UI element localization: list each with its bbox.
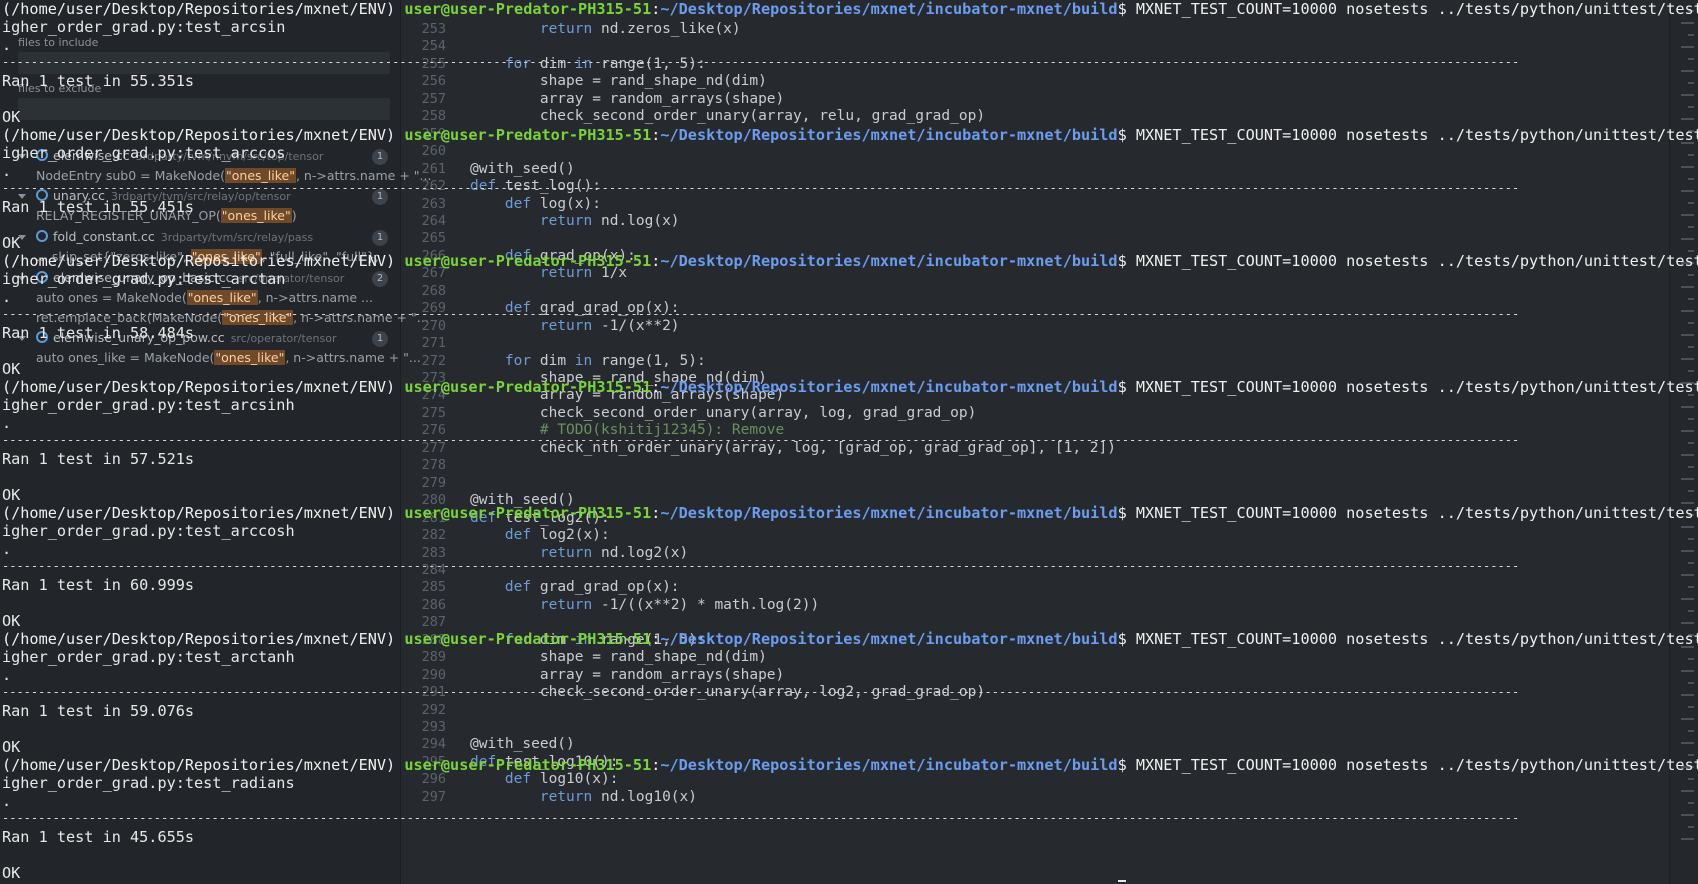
terminal-ok-status: OK: [2, 738, 21, 756]
terminal-test-result: Ran 1 test in 57.521s: [2, 450, 195, 468]
terminal-prompt-symbol: $: [1117, 504, 1136, 522]
terminal-prompt-symbol: $: [1117, 378, 1136, 396]
terminal-cwd: ~/Desktop/Repositories/mxnet/incubator-m…: [660, 252, 1118, 270]
terminal-env-prefix: (/home/user/Desktop/Repositories/mxnet/E…: [2, 756, 405, 774]
terminal-separator-line: ----------------------------------------…: [2, 811, 1520, 825]
terminal-progress-dot: .: [2, 288, 12, 306]
terminal-command-wrap: igher_order_grad.py:test_arccos: [2, 144, 286, 162]
terminal-user-host: user@user-Predator-PH315-51: [404, 630, 652, 648]
terminal-command: MXNET_TEST_COUNT=10000 nosetests ../test…: [1135, 630, 1698, 648]
terminal-user-host: user@user-Predator-PH315-51: [404, 126, 652, 144]
terminal-command: MXNET_TEST_COUNT=10000 nosetests ../test…: [1135, 756, 1698, 774]
terminal-ok-status: OK: [2, 234, 21, 252]
terminal-command-wrap: igher_order_grad.py:test_arctan: [2, 270, 286, 288]
terminal-cwd: ~/Desktop/Repositories/mxnet/incubator-m…: [660, 630, 1118, 648]
terminal-separator: :: [651, 252, 661, 270]
terminal-separator: :: [651, 504, 661, 522]
terminal-separator-line: ----------------------------------------…: [2, 685, 1520, 699]
terminal-prompt-line: (/home/user/Desktop/Repositories/mxnet/E…: [2, 252, 1698, 270]
terminal-ok-status: OK: [2, 108, 21, 126]
terminal-progress-dot: .: [2, 792, 12, 810]
terminal-prompt-symbol: $: [1117, 126, 1136, 144]
terminal-command: MXNET_TEST_COUNT=10000 nosetests ../test…: [1135, 504, 1698, 522]
terminal-separator: :: [651, 126, 661, 144]
terminal-separator: :: [651, 756, 661, 774]
terminal-cwd: ~/Desktop/Repositories/mxnet/incubator-m…: [660, 504, 1118, 522]
terminal-ok-status: OK: [2, 486, 21, 504]
terminal-cursor: [1118, 880, 1126, 882]
terminal-cwd: ~/Desktop/Repositories/mxnet/incubator-m…: [660, 378, 1118, 396]
terminal-ok-status: OK: [2, 360, 21, 378]
terminal-env-prefix: (/home/user/Desktop/Repositories/mxnet/E…: [2, 252, 405, 270]
terminal-prompt-symbol: $: [1117, 756, 1136, 774]
terminal-prompt-line: (/home/user/Desktop/Repositories/mxnet/E…: [2, 504, 1698, 522]
terminal-prompt-line: (/home/user/Desktop/Repositories/mxnet/E…: [2, 378, 1698, 396]
terminal-user-host: user@user-Predator-PH315-51: [404, 378, 652, 396]
terminal-separator-line: ----------------------------------------…: [2, 307, 1520, 321]
terminal-separator-line: ----------------------------------------…: [2, 181, 1520, 195]
terminal-command-wrap: igher_order_grad.py:test_radians: [2, 774, 295, 792]
terminal-user-host: user@user-Predator-PH315-51: [404, 252, 652, 270]
terminal-prompt-symbol: $: [1117, 252, 1136, 270]
terminal-test-result: Ran 1 test in 55.351s: [2, 72, 195, 90]
terminal-cwd: ~/Desktop/Repositories/mxnet/incubator-m…: [660, 756, 1118, 774]
terminal-test-result: Ran 1 test in 58.484s: [2, 324, 195, 342]
terminal-command: MXNET_TEST_COUNT=10000 nosetests ../test…: [1135, 0, 1698, 18]
terminal-separator-line: ----------------------------------------…: [2, 433, 1520, 447]
terminal-progress-dot: .: [2, 36, 12, 54]
terminal-env-prefix: (/home/user/Desktop/Repositories/mxnet/E…: [2, 630, 405, 648]
terminal-env-prefix: (/home/user/Desktop/Repositories/mxnet/E…: [2, 504, 405, 522]
terminal-progress-dot: .: [2, 540, 12, 558]
terminal-progress-dot: .: [2, 162, 12, 180]
terminal-user-host: user@user-Predator-PH315-51: [404, 0, 652, 18]
terminal-env-prefix: (/home/user/Desktop/Repositories/mxnet/E…: [2, 378, 405, 396]
terminal-user-host: user@user-Predator-PH315-51: [404, 756, 652, 774]
terminal-test-result: Ran 1 test in 59.076s: [2, 702, 195, 720]
terminal-separator: :: [651, 0, 661, 18]
terminal-progress-dot: .: [2, 666, 12, 684]
terminal-output[interactable]: (/home/user/Desktop/Repositories/mxnet/E…: [0, 0, 1698, 884]
terminal-test-result: Ran 1 test in 60.999s: [2, 576, 195, 594]
terminal-test-result: Ran 1 test in 45.655s: [2, 828, 195, 846]
terminal-progress-dot: .: [2, 414, 12, 432]
terminal-command-wrap: igher_order_grad.py:test_arcsinh: [2, 396, 295, 414]
terminal-prompt-line: (/home/user/Desktop/Repositories/mxnet/E…: [2, 0, 1698, 18]
terminal-cwd: ~/Desktop/Repositories/mxnet/incubator-m…: [660, 0, 1118, 18]
terminal-env-prefix: (/home/user/Desktop/Repositories/mxnet/E…: [2, 126, 405, 144]
terminal-prompt-line: (/home/user/Desktop/Repositories/mxnet/E…: [2, 756, 1698, 774]
terminal-command: MXNET_TEST_COUNT=10000 nosetests ../test…: [1135, 126, 1698, 144]
terminal-command: MXNET_TEST_COUNT=10000 nosetests ../test…: [1135, 252, 1698, 270]
terminal-separator-line: ----------------------------------------…: [2, 559, 1520, 573]
terminal-ok-status: OK: [2, 864, 21, 882]
terminal-cwd: ~/Desktop/Repositories/mxnet/incubator-m…: [660, 126, 1118, 144]
terminal-prompt-symbol: $: [1117, 630, 1136, 648]
terminal-command-wrap: igher_order_grad.py:test_arccosh: [2, 522, 295, 540]
terminal-separator: :: [651, 378, 661, 396]
terminal-env-prefix: (/home/user/Desktop/Repositories/mxnet/E…: [2, 0, 405, 18]
terminal-prompt-symbol: $: [1117, 0, 1136, 18]
terminal-test-result: Ran 1 test in 55.451s: [2, 198, 195, 216]
terminal-command-wrap: igher_order_grad.py:test_arcsin: [2, 18, 286, 36]
terminal-prompt-line: (/home/user/Desktop/Repositories/mxnet/E…: [2, 630, 1698, 648]
terminal-command-wrap: igher_order_grad.py:test_arctanh: [2, 648, 295, 666]
terminal-separator: :: [651, 630, 661, 648]
terminal-command: MXNET_TEST_COUNT=10000 nosetests ../test…: [1135, 378, 1698, 396]
terminal-separator-line: ----------------------------------------…: [2, 55, 1520, 69]
terminal-prompt-line: (/home/user/Desktop/Repositories/mxnet/E…: [2, 126, 1698, 144]
terminal-ok-status: OK: [2, 612, 21, 630]
terminal-user-host: user@user-Predator-PH315-51: [404, 504, 652, 522]
